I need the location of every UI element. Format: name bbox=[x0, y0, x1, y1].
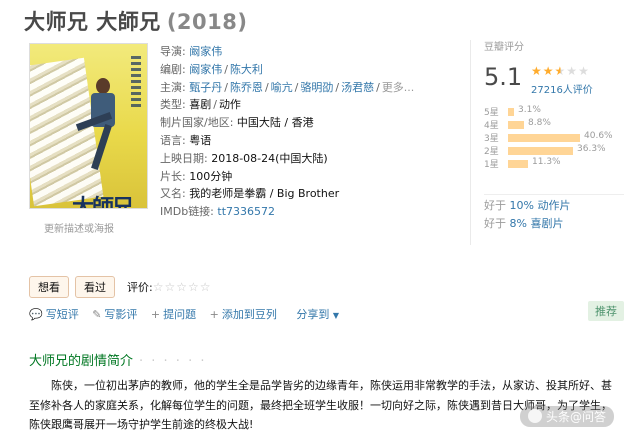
cast-link[interactable]: 甄子丹 bbox=[189, 81, 222, 94]
cast-link[interactable]: 陈乔恩 bbox=[230, 81, 263, 94]
writer-link[interactable]: 陈大利 bbox=[230, 63, 263, 76]
watermark-logo-icon bbox=[528, 409, 542, 423]
better-than-link[interactable]: 8% 喜剧片 bbox=[510, 217, 564, 230]
info-writer: 编剧: 阚家伟 / 陈大利 bbox=[160, 62, 263, 76]
genre-value: 动作 bbox=[218, 98, 241, 112]
rating-stars: ★★★★★ bbox=[531, 64, 590, 78]
movie-year: (2018) bbox=[166, 10, 248, 34]
language-value: 粤语 bbox=[189, 133, 212, 147]
review-link[interactable]: ✎ 写影评 bbox=[92, 306, 137, 322]
release-value: 2018-08-24(中国大陆) bbox=[211, 151, 328, 165]
rating-pct: 3.1% bbox=[518, 105, 541, 115]
page-title: 大师兄 大師兄 (2018) bbox=[24, 6, 247, 36]
ask-question-link[interactable]: + 提问题 bbox=[151, 306, 196, 322]
rating-pct: 36.3% bbox=[577, 144, 606, 154]
country-label: 制片国家/地区: bbox=[160, 116, 234, 130]
rating-panel: 豆瓣评分 5.1 ★★★★★ 27216人评价 5星 3.1% 4星 8.8% 3星… bbox=[484, 38, 634, 230]
runtime-label: 片长: bbox=[160, 169, 186, 183]
movie-info: 导演: 阚家伟 编剧: 阚家伟 / 陈大利 主演: 甄子丹 / 陈乔恩 / 喻亢 / 骆明劭 / 汤… bbox=[160, 43, 414, 221]
better-than-action: 好于 10% 动作片 bbox=[484, 199, 571, 212]
better-than: 好于 10% 动作片 好于 8% 喜剧片 bbox=[484, 194, 624, 233]
pencil-icon: ✎ bbox=[92, 308, 102, 321]
poster-tagline bbox=[131, 56, 141, 108]
star-full-icon: ★ bbox=[542, 64, 555, 78]
synopsis-title: 大师兄的剧情简介 bbox=[29, 354, 134, 369]
info-aka: 又名: 我的老师是拳霸 / Big Brother bbox=[160, 185, 414, 203]
watched-button[interactable]: 看过 bbox=[75, 276, 115, 298]
runtime-value: 100分钟 bbox=[189, 169, 233, 183]
rating-pct: 8.8% bbox=[528, 118, 551, 128]
rating-pct: 40.6% bbox=[584, 131, 613, 141]
recommend-button[interactable]: 推荐 bbox=[588, 301, 624, 321]
rate-label: 评价: bbox=[127, 281, 153, 294]
movie-title: 大师兄 大師兄 bbox=[24, 10, 161, 34]
rating-bar bbox=[508, 134, 580, 142]
cast-more-link[interactable]: 更多... bbox=[382, 81, 415, 94]
better-than-link[interactable]: 10% 动作片 bbox=[510, 199, 571, 212]
rating-divider bbox=[470, 40, 471, 245]
info-language: 语言: 粤语 bbox=[160, 132, 414, 150]
genre-value: 喜剧 bbox=[189, 98, 212, 112]
cast-label: 主演: bbox=[160, 80, 186, 94]
info-country: 制片国家/地区: 中国大陆 / 香港 bbox=[160, 114, 414, 132]
rating-bar bbox=[508, 108, 514, 116]
rating-count-link[interactable]: 27216人评价 bbox=[531, 81, 593, 96]
country-value: 中国大陆 / 香港 bbox=[236, 116, 314, 130]
chevron-down-icon: ▼ bbox=[332, 311, 340, 320]
interest-actions: 想看 看过 评价:☆☆☆☆☆ bbox=[29, 276, 212, 298]
info-director: 导演: 阚家伟 bbox=[160, 43, 414, 61]
poster-update-link[interactable]: 更新描述或海报 bbox=[44, 220, 114, 235]
cast-link[interactable]: 喻亢 bbox=[271, 81, 293, 94]
info-imdb: IMDb链接: tt7336572 bbox=[160, 203, 414, 221]
director-link[interactable]: 阚家伟 bbox=[189, 45, 222, 58]
director-label: 导演: bbox=[160, 45, 186, 58]
star-full-icon: ★ bbox=[531, 64, 543, 78]
add-to-list-link[interactable]: + 添加到豆列 bbox=[210, 306, 277, 322]
star-empty-icon: ★ bbox=[566, 64, 579, 78]
action-links: 💬 写短评 ✎ 写影评 + 提问题 + 添加到豆列 分享到 ▼ bbox=[29, 306, 349, 322]
info-genre: 类型: 喜剧 / 动作 bbox=[160, 98, 241, 112]
watermark: 头条@问答 bbox=[520, 406, 615, 427]
rating-pct: 11.3% bbox=[532, 157, 561, 167]
short-review-link[interactable]: 💬 写短评 bbox=[29, 306, 79, 322]
rating-label: 豆瓣评分 bbox=[484, 42, 524, 53]
poster-figure bbox=[75, 78, 116, 173]
plus-icon: + bbox=[209, 308, 219, 321]
info-runtime: 片长: 100分钟 bbox=[160, 168, 414, 186]
info-cast: 主演: 甄子丹 / 陈乔恩 / 喻亢 / 骆明劭 / 汤君慈 / 更多... bbox=[160, 80, 415, 94]
rating-bar bbox=[508, 121, 524, 129]
movie-poster[interactable]: 大師兄 bbox=[29, 43, 148, 209]
rate-stars-input[interactable]: ☆☆☆☆☆ bbox=[153, 280, 212, 294]
imdb-label: IMDb链接: bbox=[160, 205, 214, 219]
genre-label: 类型: bbox=[160, 98, 186, 112]
synopsis-dots: · · · · · · bbox=[139, 354, 207, 369]
poster-title-text: 大師兄 bbox=[72, 195, 134, 209]
language-label: 语言: bbox=[160, 133, 186, 147]
cast-link[interactable]: 汤君慈 bbox=[341, 81, 374, 94]
aka-value: 我的老师是拳霸 / Big Brother bbox=[189, 187, 340, 201]
aka-label: 又名: bbox=[160, 187, 186, 201]
release-label: 上映日期: bbox=[160, 151, 208, 165]
info-release: 上映日期: 2018-08-24(中国大陆) bbox=[160, 150, 414, 168]
plus-icon: + bbox=[150, 308, 161, 321]
rating-score: 5.1 bbox=[484, 63, 523, 91]
writer-label: 编剧: bbox=[160, 62, 186, 76]
star-empty-icon: ★ bbox=[578, 64, 590, 78]
rating-bar bbox=[508, 147, 573, 155]
imdb-link[interactable]: tt7336572 bbox=[217, 205, 275, 218]
writer-link[interactable]: 阚家伟 bbox=[189, 63, 222, 76]
cast-link[interactable]: 骆明劭 bbox=[300, 81, 333, 94]
synopsis-heading: 大师兄的剧情简介 · · · · · · bbox=[29, 350, 206, 369]
star-half-icon: ★ bbox=[554, 64, 567, 78]
want-to-watch-button[interactable]: 想看 bbox=[29, 276, 69, 298]
share-dropdown[interactable]: 分享到 ▼ bbox=[296, 306, 339, 322]
better-than-comedy: 好于 8% 喜剧片 bbox=[484, 217, 564, 230]
comment-icon: 💬 bbox=[29, 308, 43, 321]
rating-bar bbox=[508, 160, 528, 168]
